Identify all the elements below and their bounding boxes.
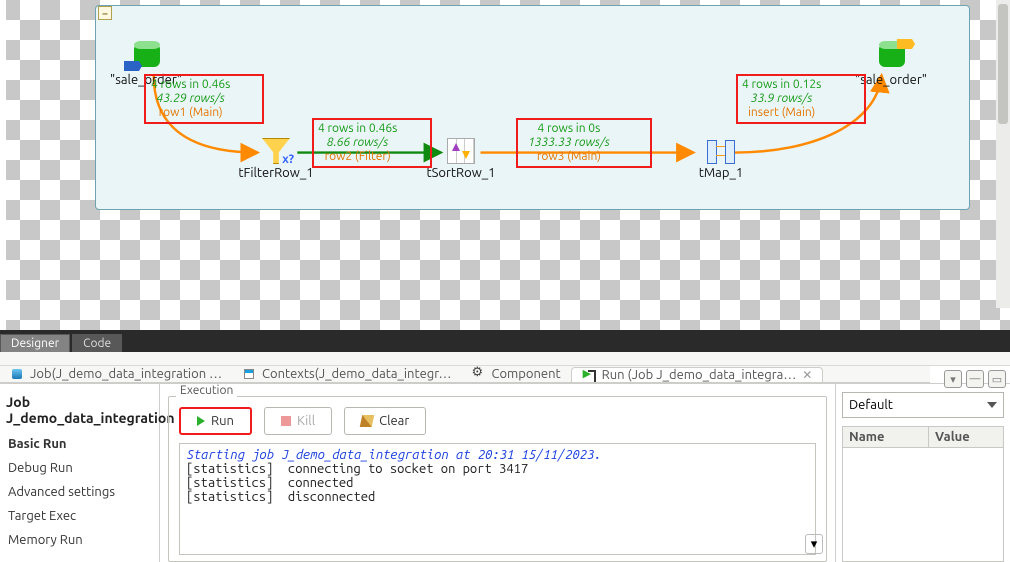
designer-canvas[interactable]: – xyxy=(0,0,1010,330)
minimize-view-button[interactable]: — xyxy=(966,370,984,388)
run-mode-memory[interactable]: Memory Run xyxy=(0,528,159,552)
execution-section: Execution Run Kill Clear S xyxy=(160,384,835,562)
button-label: Kill xyxy=(297,414,315,428)
close-icon[interactable]: ✕ xyxy=(802,368,812,382)
run-mode-target[interactable]: Target Exec xyxy=(0,504,159,528)
node-label: "sale_order" xyxy=(86,73,206,87)
job-icon xyxy=(10,367,24,381)
run-mode-debug[interactable]: Debug Run xyxy=(0,456,159,480)
play-icon xyxy=(197,416,205,426)
kill-button[interactable]: Kill xyxy=(264,407,332,435)
col-value: Value xyxy=(929,427,1003,447)
ruler-vertical xyxy=(0,0,6,330)
node-label: tFilterRow_1 xyxy=(216,166,336,180)
run-button[interactable]: Run xyxy=(179,407,252,435)
database-input-icon xyxy=(128,41,164,71)
node-label: tMap_1 xyxy=(661,166,781,180)
tab-component[interactable]: Component xyxy=(462,367,571,381)
contexts-icon xyxy=(242,367,256,381)
designer-code-tabbar: Designer Code xyxy=(0,330,1010,352)
run-mode-advanced[interactable]: Advanced settings xyxy=(0,480,159,504)
tmap-icon xyxy=(707,138,735,164)
node-sort[interactable]: tSortRow_1 xyxy=(401,138,521,180)
sash-gap[interactable] xyxy=(0,352,1010,366)
clear-button[interactable]: Clear xyxy=(344,407,426,435)
combo-value: Default xyxy=(849,398,893,412)
component-icon xyxy=(472,367,486,381)
flow-label-insert: 4 rows in 0.12s 33.9 rows/s insert (Main… xyxy=(742,78,821,120)
console-scroll-down[interactable]: ▾ xyxy=(805,534,823,554)
tab-designer[interactable]: Designer xyxy=(0,334,70,352)
node-target-db[interactable]: "sale_order" xyxy=(831,41,951,87)
context-vars-table[interactable]: Name Value xyxy=(842,426,1004,562)
broom-icon xyxy=(360,415,375,427)
node-filter[interactable]: x? tFilterRow_1 xyxy=(216,138,336,180)
database-output-icon xyxy=(873,41,909,71)
run-mode-basic[interactable]: Basic Run xyxy=(0,432,159,456)
tab-label: Contexts(J_demo_data_integr… xyxy=(262,367,451,381)
execution-toolbar: Run Kill Clear xyxy=(179,407,816,435)
bottom-view-tabbar: Job(J_demo_data_integration … Contexts(J… xyxy=(0,366,930,383)
highlight-box xyxy=(516,118,652,168)
run-mode-list: Basic Run Debug Run Advanced settings Ta… xyxy=(0,432,159,552)
collapse-handle[interactable]: – xyxy=(98,6,112,20)
job-subprocess-frame[interactable]: – xyxy=(95,5,970,210)
node-label: "sale_order" xyxy=(831,73,951,87)
tab-list-button[interactable]: ▾ xyxy=(944,370,962,388)
view-corner-controls: ▾ — ▭ xyxy=(944,370,1006,388)
tab-run[interactable]: Run (Job J_demo_data_integra… ✕ xyxy=(571,367,824,383)
console-output[interactable]: Starting job J_demo_data_integration at … xyxy=(179,443,816,555)
caret-down-icon xyxy=(987,402,997,408)
tab-label: Job(J_demo_data_integration … xyxy=(30,367,222,381)
job-title: Job J_demo_data_integration xyxy=(0,384,159,432)
tab-contexts[interactable]: Contexts(J_demo_data_integr… xyxy=(232,367,461,381)
tab-label: Component xyxy=(492,367,561,381)
execution-label: Execution xyxy=(176,384,237,397)
tab-code[interactable]: Code xyxy=(72,334,122,352)
run-panel-sidebar: Job J_demo_data_integration Basic Run De… xyxy=(0,384,160,562)
run-panel: Job J_demo_data_integration Basic Run De… xyxy=(0,383,1010,562)
context-combo[interactable]: Default xyxy=(842,392,1004,418)
node-source-db[interactable]: "sale_order" xyxy=(86,41,206,87)
flow-label-row3: 4 rows in 0s 1333.33 rows/s row3 (Main) xyxy=(528,122,610,164)
button-label: Run xyxy=(211,414,234,428)
col-name: Name xyxy=(843,427,929,447)
stop-icon xyxy=(281,416,291,426)
node-label: tSortRow_1 xyxy=(401,166,521,180)
button-label: Clear xyxy=(379,414,409,428)
run-icon xyxy=(582,368,596,382)
tab-label: Run (Job J_demo_data_integra… xyxy=(602,368,797,382)
node-tmap[interactable]: tMap_1 xyxy=(661,138,781,180)
maximize-view-button[interactable]: ▭ xyxy=(988,370,1006,388)
filter-icon: x? xyxy=(262,138,290,164)
canvas-scrollbar-vertical[interactable] xyxy=(996,0,1010,308)
sort-icon xyxy=(447,138,475,164)
tab-job[interactable]: Job(J_demo_data_integration … xyxy=(0,367,232,381)
context-section: Default Name Value xyxy=(835,384,1010,562)
